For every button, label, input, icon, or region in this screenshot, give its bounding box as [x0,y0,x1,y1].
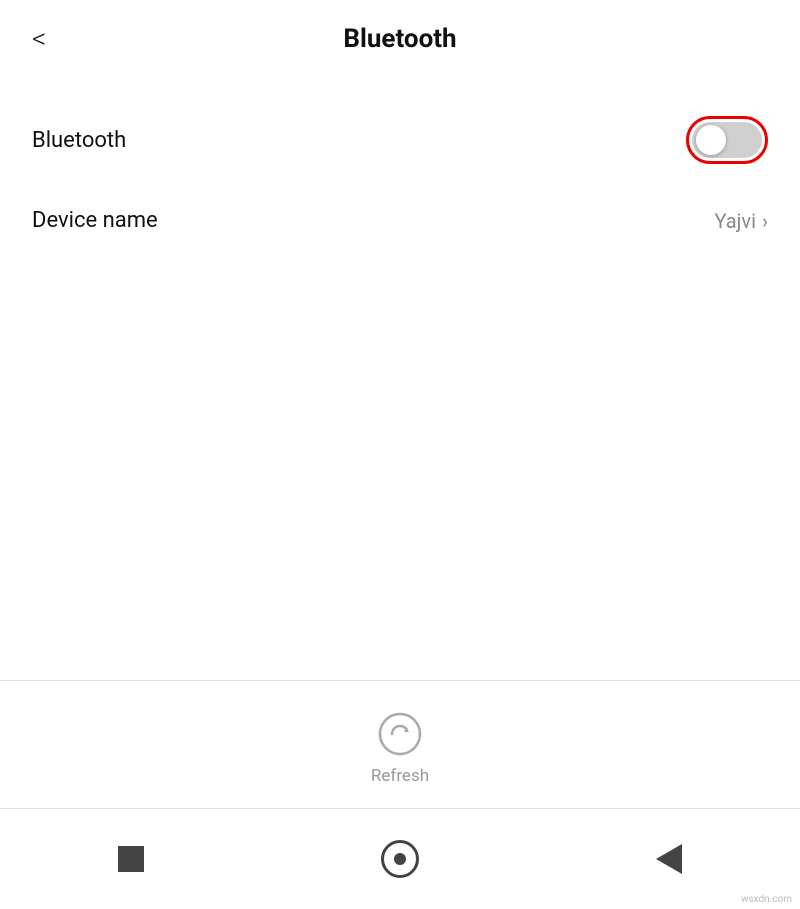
bluetooth-label: Bluetooth [32,128,126,153]
refresh-section[interactable]: Refresh [0,682,800,814]
refresh-label: Refresh [371,766,429,786]
device-name-label: Device name [32,208,158,233]
triangle-icon [656,844,682,874]
square-icon [118,846,144,872]
chevron-right-icon: › [762,209,768,233]
home-button[interactable] [381,840,419,878]
watermark: wsxdn.com [741,894,792,905]
refresh-divider-top [0,680,800,681]
device-name-text: Yajvi [714,209,756,233]
bluetooth-row: Bluetooth [0,94,800,186]
back-button[interactable]: < [32,25,46,53]
bluetooth-toggle[interactable] [692,122,762,158]
device-name-row[interactable]: Device name Yajvi › [0,186,800,255]
refresh-icon [376,710,424,758]
recent-apps-button[interactable] [118,846,144,872]
circle-icon [381,840,419,878]
bluetooth-toggle-highlight [686,116,768,164]
page-title: Bluetooth [343,24,456,54]
settings-list: Bluetooth Device name Yajvi › [0,78,800,271]
back-nav-button[interactable] [656,844,682,874]
toggle-knob [696,125,726,155]
header: < Bluetooth [0,0,800,78]
bottom-nav [0,809,800,909]
device-name-value-container: Yajvi › [714,209,768,233]
